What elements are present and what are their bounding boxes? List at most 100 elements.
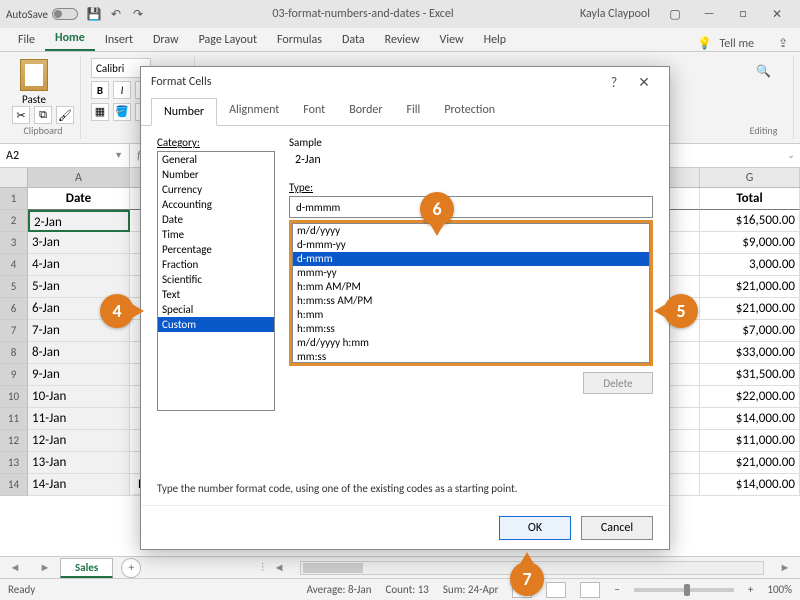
- maximize-icon[interactable]: □: [726, 0, 760, 28]
- category-item[interactable]: Percentage: [158, 242, 274, 257]
- save-icon[interactable]: 💾: [86, 6, 102, 22]
- toggle-off-icon[interactable]: [52, 8, 78, 20]
- cell-date[interactable]: 9-Jan: [28, 364, 130, 386]
- dialog-tab-fill[interactable]: Fill: [395, 97, 433, 125]
- row-header[interactable]: 3: [0, 232, 28, 254]
- paste-button[interactable]: Paste: [12, 58, 56, 106]
- italic-button[interactable]: I: [113, 81, 131, 99]
- cancel-button[interactable]: Cancel: [581, 516, 653, 540]
- cell-total[interactable]: $7,000.00: [700, 320, 800, 342]
- row-header[interactable]: 7: [0, 320, 28, 342]
- zoom-out-icon[interactable]: −: [614, 583, 619, 596]
- cell-total[interactable]: $31,500.00: [700, 364, 800, 386]
- row-header[interactable]: 2: [0, 210, 28, 232]
- tab-formulas[interactable]: Formulas: [267, 29, 332, 51]
- type-item[interactable]: h:mm AM/PM: [293, 280, 649, 294]
- row-header[interactable]: 12: [0, 430, 28, 452]
- tab-view[interactable]: View: [430, 29, 474, 51]
- cell-total[interactable]: $9,000.00: [700, 232, 800, 254]
- cell-total[interactable]: $14,000.00: [700, 474, 800, 496]
- row-header[interactable]: 9: [0, 364, 28, 386]
- dialog-tab-alignment[interactable]: Alignment: [217, 97, 291, 125]
- cell-total[interactable]: $16,500.00: [700, 210, 800, 232]
- column-header-g[interactable]: G: [700, 168, 800, 187]
- dialog-tab-number[interactable]: Number: [151, 98, 217, 126]
- category-item[interactable]: Time: [158, 227, 274, 242]
- cell-total[interactable]: $11,000.00: [700, 430, 800, 452]
- find-icon[interactable]: 🔍: [752, 64, 776, 88]
- column-header-a[interactable]: A: [28, 168, 130, 187]
- category-item[interactable]: Scientific: [158, 272, 274, 287]
- tab-review[interactable]: Review: [375, 29, 430, 51]
- border-icon[interactable]: ▦: [91, 103, 109, 121]
- category-item[interactable]: Date: [158, 212, 274, 227]
- category-item[interactable]: Text: [158, 287, 274, 302]
- dialog-tab-border[interactable]: Border: [337, 97, 394, 125]
- category-list[interactable]: GeneralNumberCurrencyAccountingDateTimeP…: [157, 151, 275, 411]
- cell-total[interactable]: $33,000.00: [700, 342, 800, 364]
- row-header[interactable]: 1: [0, 188, 28, 210]
- copy-icon[interactable]: ⧉: [34, 106, 52, 124]
- row-header[interactable]: 6: [0, 298, 28, 320]
- type-item[interactable]: mmm-yy: [293, 266, 649, 280]
- ok-button[interactable]: OK: [499, 516, 571, 540]
- user-name[interactable]: Kayla Claypool: [580, 7, 650, 21]
- cell-date[interactable]: 14-Jan: [28, 474, 130, 496]
- type-item[interactable]: mm:ss: [293, 350, 649, 363]
- type-item[interactable]: m/d/yyyy h:mm: [293, 336, 649, 350]
- help-icon[interactable]: ?: [599, 74, 629, 91]
- sheet-nav-next-icon[interactable]: ►: [30, 561, 60, 574]
- add-sheet-icon[interactable]: +: [121, 558, 141, 578]
- row-header[interactable]: 5: [0, 276, 28, 298]
- cell-date[interactable]: 10-Jan: [28, 386, 130, 408]
- tab-data[interactable]: Data: [332, 29, 375, 51]
- autosave-toggle[interactable]: AutoSave: [6, 8, 78, 21]
- close-icon[interactable]: ✕: [760, 0, 794, 28]
- cell-total[interactable]: $14,000.00: [700, 408, 800, 430]
- cell-date[interactable]: 4-Jan: [28, 254, 130, 276]
- ribbon-options-icon[interactable]: ▢: [658, 0, 692, 28]
- cut-icon[interactable]: ✂: [12, 106, 30, 124]
- name-box[interactable]: A2 ▼: [0, 144, 130, 167]
- format-painter-icon[interactable]: 🖌: [56, 106, 74, 124]
- expand-formula-icon[interactable]: ⌄: [782, 144, 800, 167]
- cell-total[interactable]: $21,000.00: [700, 452, 800, 474]
- bold-button[interactable]: B: [91, 81, 109, 99]
- minimize-icon[interactable]: —: [692, 0, 726, 28]
- cell-total[interactable]: 3,000.00: [700, 254, 800, 276]
- type-item[interactable]: h:mm:ss: [293, 322, 649, 336]
- fill-color-icon[interactable]: 🪣: [113, 103, 131, 121]
- category-item[interactable]: Accounting: [158, 197, 274, 212]
- row-header[interactable]: 8: [0, 342, 28, 364]
- type-list[interactable]: m/d/yyyyd-mmm-yyd-mmmmmm-yyh:mm AM/PMh:m…: [292, 223, 650, 363]
- category-item[interactable]: General: [158, 152, 274, 167]
- type-input[interactable]: [289, 196, 653, 218]
- row-header[interactable]: 11: [0, 408, 28, 430]
- tab-page-layout[interactable]: Page Layout: [189, 29, 267, 51]
- row-header[interactable]: 10: [0, 386, 28, 408]
- sheet-tab-sales[interactable]: Sales: [60, 558, 113, 578]
- type-item[interactable]: h:mm: [293, 308, 649, 322]
- type-item[interactable]: m/d/yyyy: [293, 224, 649, 238]
- tab-help[interactable]: Help: [474, 29, 517, 51]
- share-icon[interactable]: ⇪: [774, 36, 792, 51]
- row-header[interactable]: 13: [0, 452, 28, 474]
- cell-date[interactable]: 11-Jan: [28, 408, 130, 430]
- tab-draw[interactable]: Draw: [143, 29, 189, 51]
- dialog-tab-protection[interactable]: Protection: [432, 97, 507, 125]
- type-item[interactable]: h:mm:ss AM/PM: [293, 294, 649, 308]
- tab-home[interactable]: Home: [45, 27, 95, 51]
- cell-total[interactable]: $21,000.00: [700, 276, 800, 298]
- page-break-view-icon[interactable]: [580, 582, 600, 598]
- dialog-close-icon[interactable]: ✕: [629, 74, 659, 91]
- undo-icon[interactable]: ↶: [108, 6, 124, 22]
- tell-me[interactable]: Tell me: [719, 37, 754, 51]
- select-all-corner[interactable]: [0, 168, 28, 187]
- cell-date[interactable]: 12-Jan: [28, 430, 130, 452]
- cell-total[interactable]: $22,000.00: [700, 386, 800, 408]
- category-item[interactable]: Number: [158, 167, 274, 182]
- cell-date[interactable]: 8-Jan: [28, 342, 130, 364]
- cell-date[interactable]: 3-Jan: [28, 232, 130, 254]
- type-item[interactable]: d-mmm: [293, 252, 649, 266]
- delete-button[interactable]: Delete: [583, 372, 653, 394]
